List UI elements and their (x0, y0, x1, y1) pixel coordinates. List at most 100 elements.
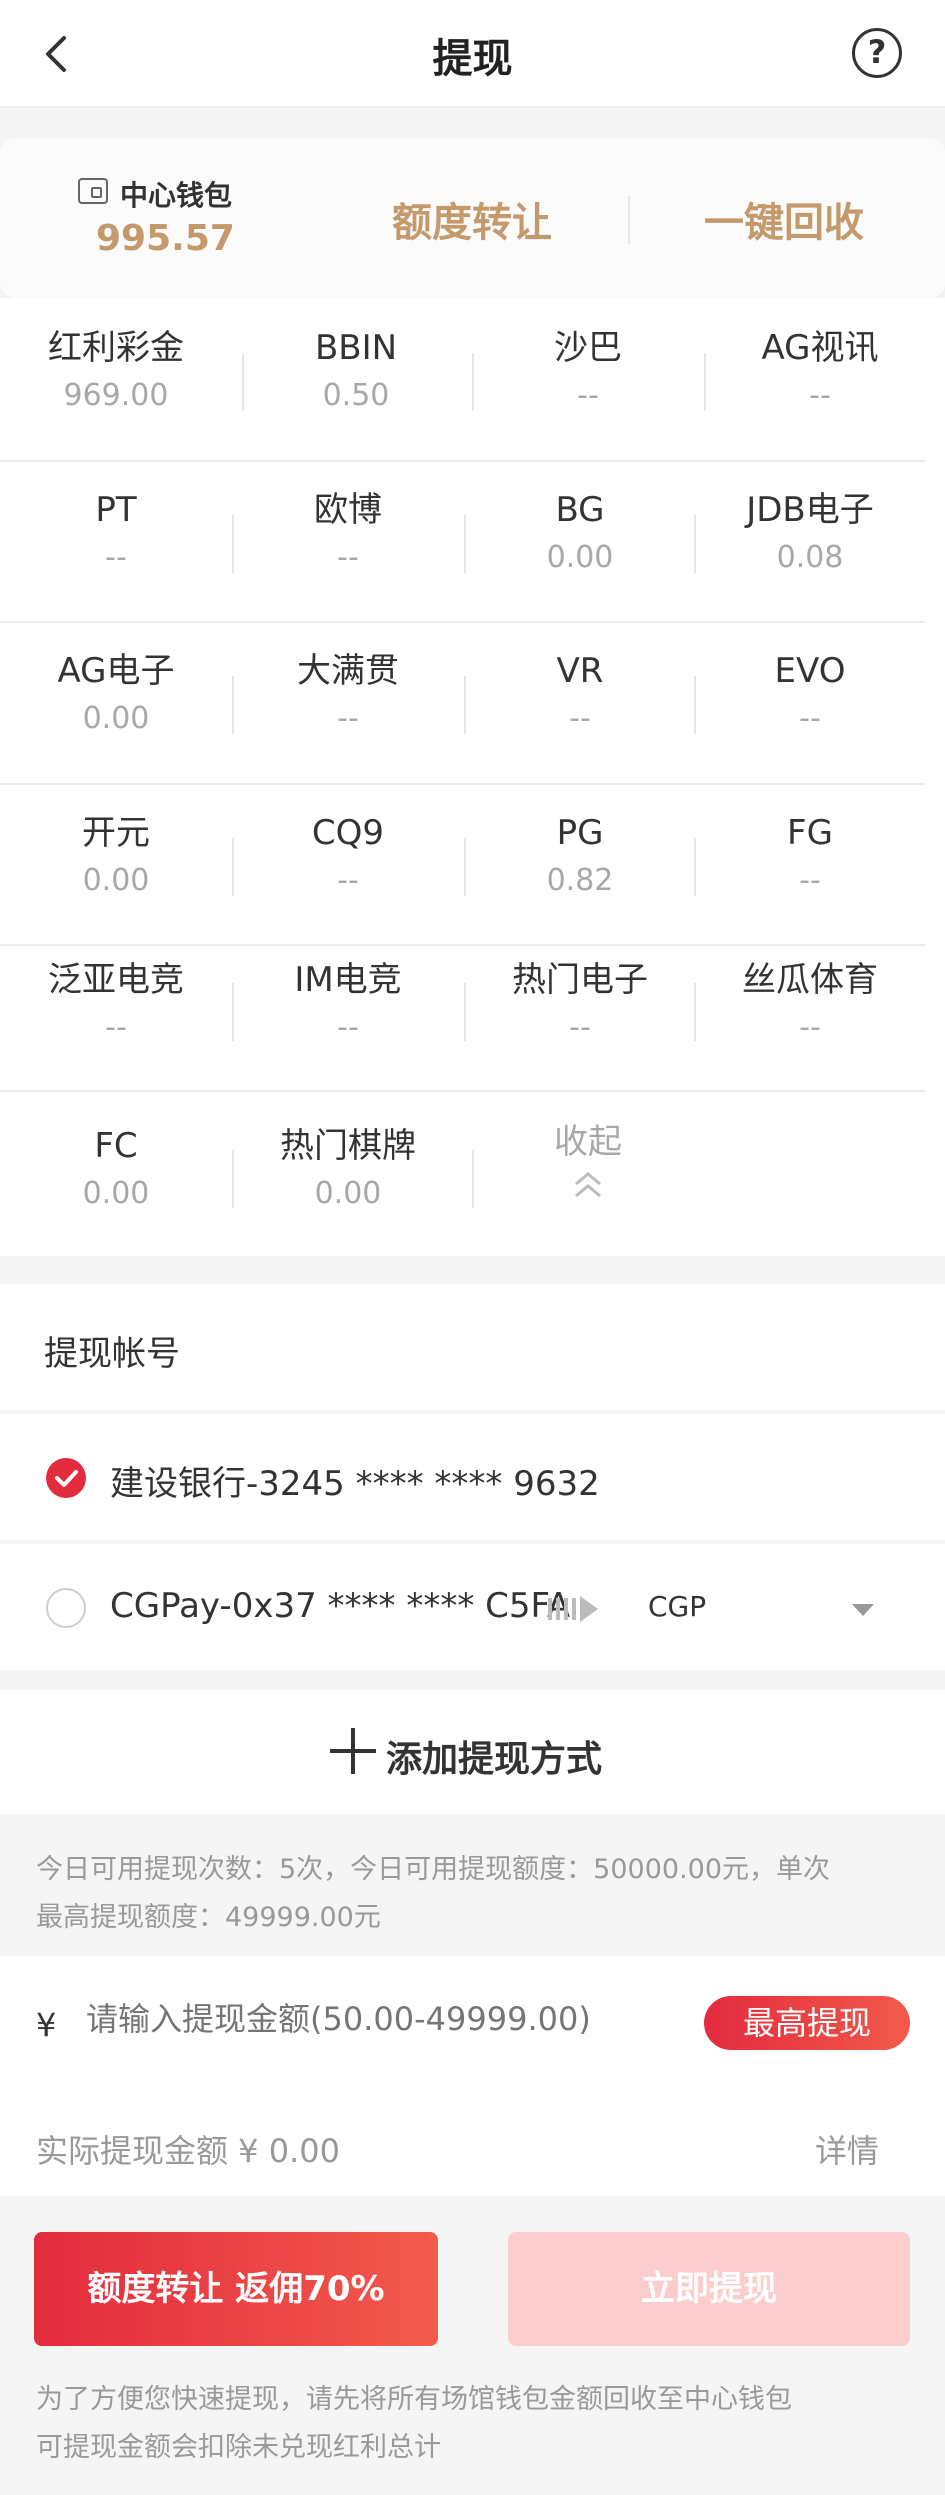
venue-balance: 0.00 (314, 1176, 382, 1211)
venue-cell[interactable]: 沙巴 -- (472, 328, 704, 416)
venue-balance: 0.08 (776, 540, 844, 575)
row-divider (0, 944, 925, 946)
venue-name: PT (95, 490, 137, 530)
detail-link[interactable]: 详情 (815, 2126, 879, 2172)
venue-cell[interactable]: BBIN 0.50 (240, 328, 472, 416)
venue-balance: -- (337, 701, 359, 736)
venue-balance: 0.00 (82, 1176, 150, 1211)
venue-balance: -- (337, 863, 359, 898)
venue-balance: -- (799, 701, 821, 736)
radio-checked-icon[interactable] (46, 1458, 86, 1498)
help-icon[interactable]: ? (852, 28, 902, 78)
venue-name: JDB电子 (746, 490, 874, 530)
venue-name: AG电子 (57, 651, 175, 691)
withdraw-note: 为了方便您快速提现，请先将所有场馆钱包金额回收至中心钱包 可提现金额会扣除未兑现… (36, 2376, 792, 2472)
venue-name: 开元 (82, 813, 150, 853)
venue-cell[interactable]: JDB电子 0.08 (694, 490, 926, 578)
add-withdraw-method-label: 添加提现方式 (386, 1739, 603, 1780)
venue-name: AG视讯 (761, 328, 879, 368)
venue-balance: -- (337, 540, 359, 575)
venue-name: 泛亚电竞 (48, 960, 184, 1000)
venue-cell[interactable]: 泛亚电竞 -- (0, 960, 232, 1048)
withdraw-now-button[interactable]: 立即提现 (508, 2232, 910, 2346)
venue-cell[interactable]: EVO -- (694, 651, 926, 739)
venue-cell[interactable]: FC 0.00 (0, 1126, 232, 1214)
withdraw-amount-input[interactable] (86, 2000, 686, 2038)
venue-balance: 969.00 (63, 378, 169, 413)
divider (694, 515, 696, 573)
account-option-bank[interactable]: 建设银行-3245 **** **** 9632 (0, 1414, 945, 1540)
venue-name: PG (556, 813, 604, 853)
plus-icon (330, 1728, 376, 1774)
venue-name: BBIN (314, 328, 398, 368)
wallet-amount: 995.57 (96, 218, 235, 259)
divider (694, 838, 696, 896)
venue-cell[interactable]: IM电竞 -- (232, 960, 464, 1048)
divider (232, 838, 234, 896)
venue-cell[interactable]: PT -- (0, 490, 232, 578)
row-divider (0, 621, 925, 623)
venue-cell[interactable]: CQ9 -- (232, 813, 464, 901)
venue-balance: 0.00 (82, 863, 150, 898)
venue-cell[interactable]: 大满贯 -- (232, 651, 464, 739)
withdraw-limit-info: 今日可用提现次数：5次，今日可用提现额度：50000.00元，单次 最高提现额度… (0, 1816, 945, 1956)
venue-cell[interactable]: PG 0.82 (464, 813, 696, 901)
page-title: 提现 (432, 36, 513, 82)
wallet-label: 中心钱包 (120, 179, 233, 212)
venue-cell[interactable]: FG -- (694, 813, 926, 901)
venue-name: 热门电子 (512, 960, 648, 1000)
venue-balance: -- (799, 863, 821, 898)
max-withdraw-button[interactable]: 最高提现 (704, 1996, 910, 2050)
venue-cell[interactable]: 丝瓜体育 -- (694, 960, 926, 1048)
divider (628, 196, 630, 244)
venue-cell[interactable]: AG视讯 -- (704, 328, 936, 416)
row-divider (0, 1090, 925, 1092)
chevron-up-double-icon (575, 1172, 601, 1198)
venue-cell[interactable]: 欧博 -- (232, 490, 464, 578)
venue-name: 欧博 (314, 490, 382, 530)
venue-name: 大满贯 (297, 651, 399, 691)
venue-cell[interactable]: BG 0.00 (464, 490, 696, 578)
venue-cell[interactable]: AG电子 0.00 (0, 651, 232, 739)
withdraw-amount-section: ¥ 最高提现 实际提现金额 ¥ 0.00 详情 (0, 1956, 945, 2196)
one-click-recycle-button[interactable]: 一键回收 (704, 190, 864, 248)
row-divider (0, 460, 925, 462)
venue-cell[interactable]: 红利彩金 969.00 (0, 328, 232, 416)
arrow-stripes-icon (548, 1596, 598, 1622)
venue-name: IM电竞 (294, 960, 402, 1000)
row-divider (0, 783, 925, 785)
chevron-down-icon[interactable] (852, 1604, 874, 1616)
transfer-quota-button[interactable]: 额度转让 (392, 190, 552, 248)
note-line: 为了方便您快速提现，请先将所有场馆钱包金额回收至中心钱包 (36, 2384, 792, 2415)
venue-balance: -- (105, 1010, 127, 1045)
bottom-actions: 额度转让 返佣70% 立即提现 为了方便您快速提现，请先将所有场馆钱包金额回收至… (0, 2196, 945, 2495)
venue-cell[interactable]: VR -- (464, 651, 696, 739)
venue-wallet-grid: 红利彩金 969.00 BBIN 0.50 沙巴 -- AG视讯 -- PT -- 欧博 -… (0, 298, 945, 1256)
withdraw-account-title: 提现帐号 (44, 1334, 180, 1374)
venue-cell[interactable]: 热门棋牌 0.00 (232, 1126, 464, 1214)
venue-balance: 0.00 (546, 540, 614, 575)
radio-unchecked-icon[interactable] (46, 1588, 86, 1628)
divider (242, 353, 244, 411)
account-option-cgpay[interactable]: CGPay-0x37 **** **** C5FA CGP (0, 1544, 945, 1670)
add-withdraw-method-button[interactable]: 添加提现方式 (0, 1690, 945, 1814)
divider (694, 983, 696, 1041)
divider (232, 676, 234, 734)
venue-cell[interactable]: 热门电子 -- (464, 960, 696, 1048)
transfer-rebate-button[interactable]: 额度转让 返佣70% (34, 2232, 438, 2346)
venue-cell[interactable]: 开元 0.00 (0, 813, 232, 901)
collapse-toggle[interactable]: 收起 (472, 1122, 704, 1200)
venue-name: 丝瓜体育 (742, 960, 878, 1000)
venue-balance: -- (569, 1010, 591, 1045)
venue-name: 热门棋牌 (280, 1126, 416, 1166)
venue-name: BG (555, 490, 605, 530)
venue-balance: -- (809, 378, 831, 413)
info-line: 今日可用提现次数：5次，今日可用提现额度：50000.00元，单次 (36, 1854, 831, 1885)
venue-name: FG (787, 813, 833, 853)
info-line: 最高提现额度：49999.00元 (36, 1902, 381, 1933)
account-label: 建设银行-3245 **** **** 9632 (110, 1464, 600, 1504)
divider (464, 838, 466, 896)
divider (704, 353, 706, 411)
currency-select-value[interactable]: CGP (648, 1590, 706, 1623)
divider (464, 515, 466, 573)
